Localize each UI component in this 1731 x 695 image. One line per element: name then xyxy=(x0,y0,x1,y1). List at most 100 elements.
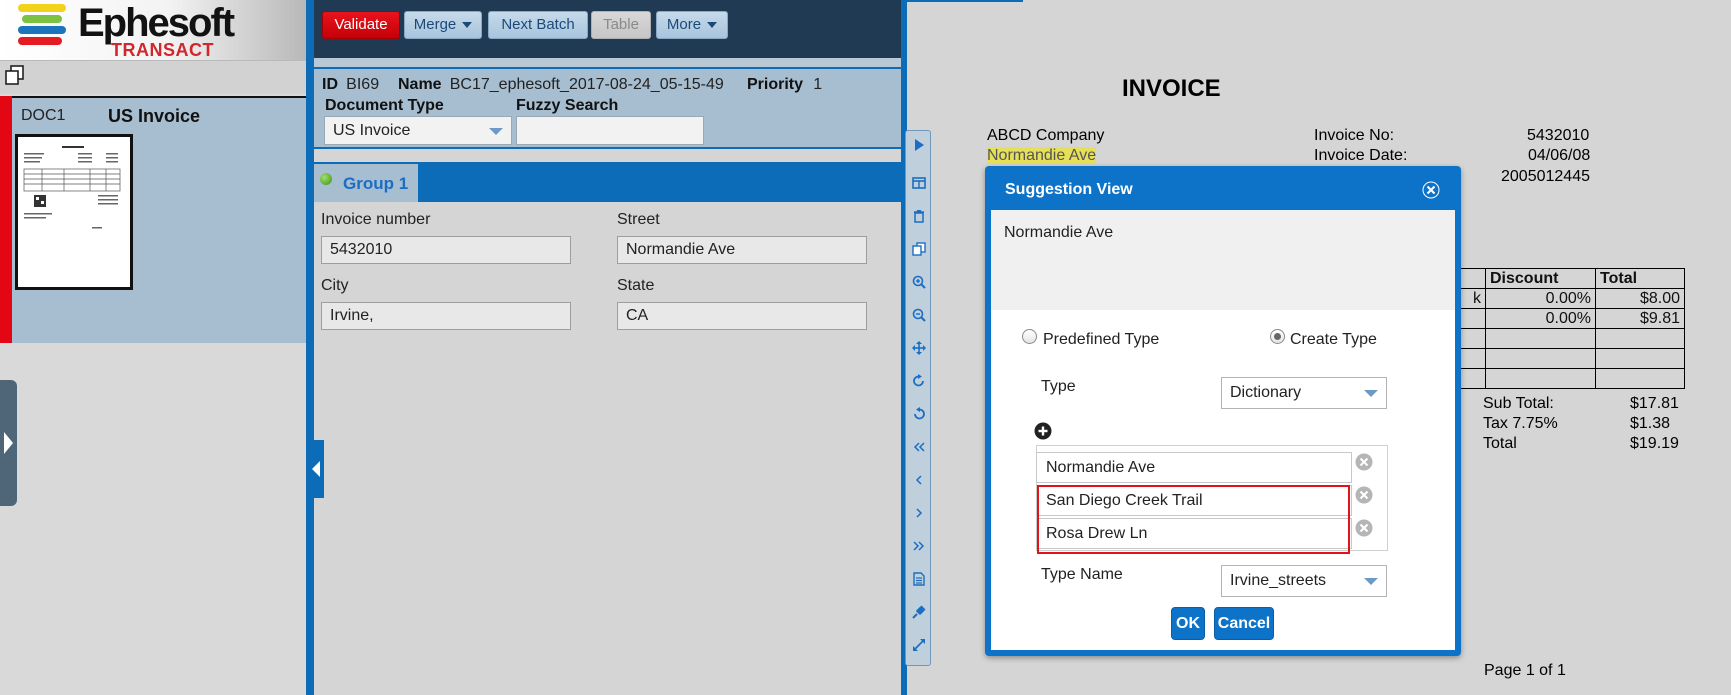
split-view-icon[interactable] xyxy=(912,176,926,190)
street-field[interactable]: Normandie Ave xyxy=(617,236,867,264)
batch-name-label: Name xyxy=(398,76,442,93)
more-label: More xyxy=(666,16,702,33)
add-value-icon[interactable] xyxy=(1034,422,1052,440)
batch-priority-value: 1 xyxy=(813,76,823,93)
type-name-label: Type Name xyxy=(1041,566,1123,583)
subtotal-value: $17.81 xyxy=(1630,395,1679,412)
table-row xyxy=(1455,328,1685,349)
copy-icon[interactable] xyxy=(912,242,926,256)
close-icon[interactable] xyxy=(1420,179,1442,201)
rotate-left-icon[interactable] xyxy=(912,407,926,421)
viewer-accent-line xyxy=(907,0,1023,2)
batch-id-label: ID xyxy=(322,76,338,93)
table-cell: 0.00% xyxy=(1485,308,1596,329)
logo-stripe-icon xyxy=(18,4,66,12)
type-name-value: Irvine_streets xyxy=(1230,572,1327,589)
first-page-icon[interactable] xyxy=(912,440,926,454)
validate-button[interactable]: Validate xyxy=(322,11,400,39)
tax-value: $1.38 xyxy=(1630,415,1671,432)
plugin-icon[interactable] xyxy=(912,605,926,619)
rotate-right-icon[interactable] xyxy=(912,374,926,388)
city-field[interactable]: Irvine, xyxy=(321,302,571,330)
chevron-down-icon xyxy=(1364,578,1378,585)
thumbnail-preview-icon xyxy=(23,146,121,229)
zoom-in-icon[interactable] xyxy=(912,275,926,289)
next-page-icon[interactable] xyxy=(912,506,926,520)
predefined-type-radio[interactable] xyxy=(1022,329,1037,344)
value-input[interactable]: Normandie Ave xyxy=(1036,452,1352,483)
type-select[interactable]: Dictionary xyxy=(1221,377,1387,409)
create-type-label: Create Type xyxy=(1290,331,1377,348)
document-thumbnail[interactable] xyxy=(15,134,133,290)
document-icon[interactable] xyxy=(912,572,926,586)
type-name-select[interactable]: Irvine_streets xyxy=(1221,565,1387,597)
copy-icon[interactable] xyxy=(4,64,26,86)
status-dot-icon xyxy=(320,173,332,185)
table-cell xyxy=(1485,328,1596,349)
remove-value-icon[interactable] xyxy=(1355,519,1373,537)
fuzzy-search-label: Fuzzy Search xyxy=(516,97,619,114)
more-button[interactable]: More xyxy=(656,11,728,39)
invoice-number-field[interactable]: 5432010 xyxy=(321,236,571,264)
document-type-value: US Invoice xyxy=(333,122,411,139)
batch-name: Name BC17_ephesoft_2017-08-24_05-15-49 xyxy=(398,76,724,94)
field-label-state: State xyxy=(617,277,655,294)
invoice-no-value: 5432010 xyxy=(1527,127,1590,144)
cancel-button[interactable]: Cancel xyxy=(1214,607,1274,640)
last-page-icon[interactable] xyxy=(912,539,926,553)
expand-panel-tab[interactable] xyxy=(0,380,17,506)
table-row: Discount Total xyxy=(1455,268,1685,289)
document-type-label: Document Type xyxy=(325,97,444,114)
chevron-left-icon xyxy=(312,461,320,477)
batch-id-value: BI69 xyxy=(346,76,380,93)
type-label: Type xyxy=(1041,378,1076,395)
trash-icon[interactable] xyxy=(912,209,926,223)
invoice-street[interactable]: Normandie Ave xyxy=(987,147,1097,165)
zoom-out-icon[interactable] xyxy=(912,308,926,322)
remove-value-icon[interactable] xyxy=(1355,486,1373,504)
table-row: 0.00% $9.81 xyxy=(1455,308,1685,329)
logo-stripe-icon xyxy=(18,37,62,45)
logo-name: Ephesoft xyxy=(78,1,235,45)
fuzzy-search-input[interactable] xyxy=(516,116,704,145)
logo-stripe-icon xyxy=(18,26,66,34)
invoice-line-table: Discount Total k 0.00% $8.00 0.00% $9.81 xyxy=(1455,268,1685,389)
invoice-date-label: Invoice Date: xyxy=(1314,147,1408,164)
table-button[interactable]: Table xyxy=(591,11,651,39)
document-type-select[interactable]: US Invoice xyxy=(324,116,512,145)
logo-stripe-icon xyxy=(22,15,62,23)
subtotal-label: Sub Total: xyxy=(1483,395,1554,412)
collapse-panel-tab[interactable] xyxy=(308,440,324,498)
dialog-title: Suggestion View xyxy=(1005,181,1133,198)
field-label-street: Street xyxy=(617,211,660,228)
next-batch-button[interactable]: Next Batch xyxy=(488,11,588,39)
batch-name-value: BC17_ephesoft_2017-08-24_05-15-49 xyxy=(449,76,724,93)
state-field[interactable]: CA xyxy=(617,302,867,330)
left-toolbar xyxy=(0,60,306,94)
new-values-highlight xyxy=(1037,485,1350,554)
table-cell xyxy=(1595,368,1685,389)
merge-button[interactable]: Merge xyxy=(404,11,482,39)
move-icon[interactable] xyxy=(912,341,926,355)
ok-button[interactable]: OK xyxy=(1171,607,1205,640)
total-value: $19.19 xyxy=(1630,435,1679,452)
fullscreen-icon[interactable] xyxy=(912,638,926,652)
tax-label: Tax 7.75% xyxy=(1483,415,1558,432)
column-header-discount: Discount xyxy=(1485,268,1596,289)
table-row xyxy=(1455,348,1685,369)
total-label: Total xyxy=(1483,435,1517,452)
batch-priority-label: Priority xyxy=(747,76,804,93)
table-cell: 0.00% xyxy=(1485,288,1596,309)
document-id: DOC1 xyxy=(21,107,66,124)
chevron-down-icon xyxy=(462,22,473,29)
create-type-radio[interactable] xyxy=(1270,329,1285,344)
chevron-down-icon xyxy=(707,22,718,29)
prev-page-icon[interactable] xyxy=(912,473,926,487)
play-icon[interactable] xyxy=(912,138,926,152)
field-label-city: City xyxy=(321,277,349,294)
play-icon xyxy=(4,432,13,454)
remove-value-icon[interactable] xyxy=(1355,453,1373,471)
logo-product: TRANSACT xyxy=(111,40,214,60)
table-cell xyxy=(1595,348,1685,369)
chevron-down-icon xyxy=(489,128,503,135)
